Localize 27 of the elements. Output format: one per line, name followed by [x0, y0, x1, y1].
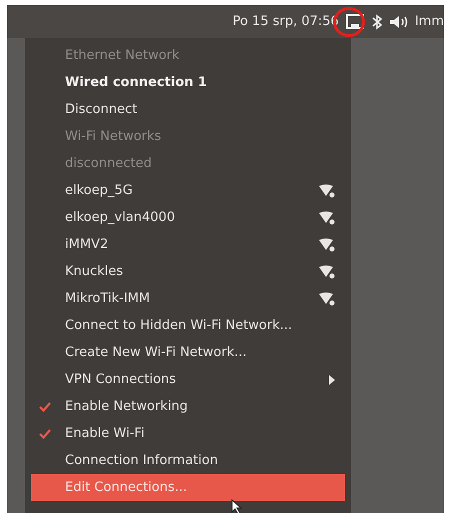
bluetooth-icon[interactable]	[370, 14, 383, 30]
menu-item[interactable]: Connection Information	[31, 447, 345, 474]
menu-item[interactable]: iMMV2	[31, 231, 345, 258]
menu-item[interactable]: VPN Connections	[31, 366, 345, 393]
section-header: disconnected	[64, 154, 153, 173]
section-header: Wi-Fi Networks	[64, 128, 162, 146]
wifi-signal-icon	[319, 264, 335, 278]
section-header: Ethernet Network	[64, 46, 180, 65]
menu-item[interactable]: Enable Wi-Fi	[31, 420, 345, 447]
menu-item[interactable]: Knuckles	[31, 258, 345, 285]
wifi-signal-icon	[319, 184, 335, 198]
menu-item[interactable]: elkoep_vlan4000	[31, 204, 345, 231]
mouse-cursor-icon	[231, 499, 243, 513]
wifi-signal-icon	[319, 292, 335, 306]
submenu-arrow-icon	[329, 374, 335, 384]
panel-label[interactable]: Imm	[414, 12, 444, 32]
menu-item[interactable]: Enable Networking	[31, 393, 345, 420]
wifi-signal-icon	[319, 210, 335, 224]
menu-item[interactable]: MikroTik-IMM	[31, 285, 345, 312]
menu-item[interactable]: Disconnect	[31, 96, 345, 123]
connection-name: Wired connection 1	[64, 74, 208, 92]
menu-item[interactable]: Connect to Hidden Wi-Fi Network...	[31, 312, 345, 339]
menu-item[interactable]: Create New Wi-Fi Network...	[31, 339, 345, 366]
wifi-signal-icon	[319, 238, 335, 252]
menu-item[interactable]: elkoep_5G	[31, 177, 345, 204]
speaker-icon[interactable]	[388, 14, 409, 28]
network-icon[interactable]	[344, 12, 365, 30]
